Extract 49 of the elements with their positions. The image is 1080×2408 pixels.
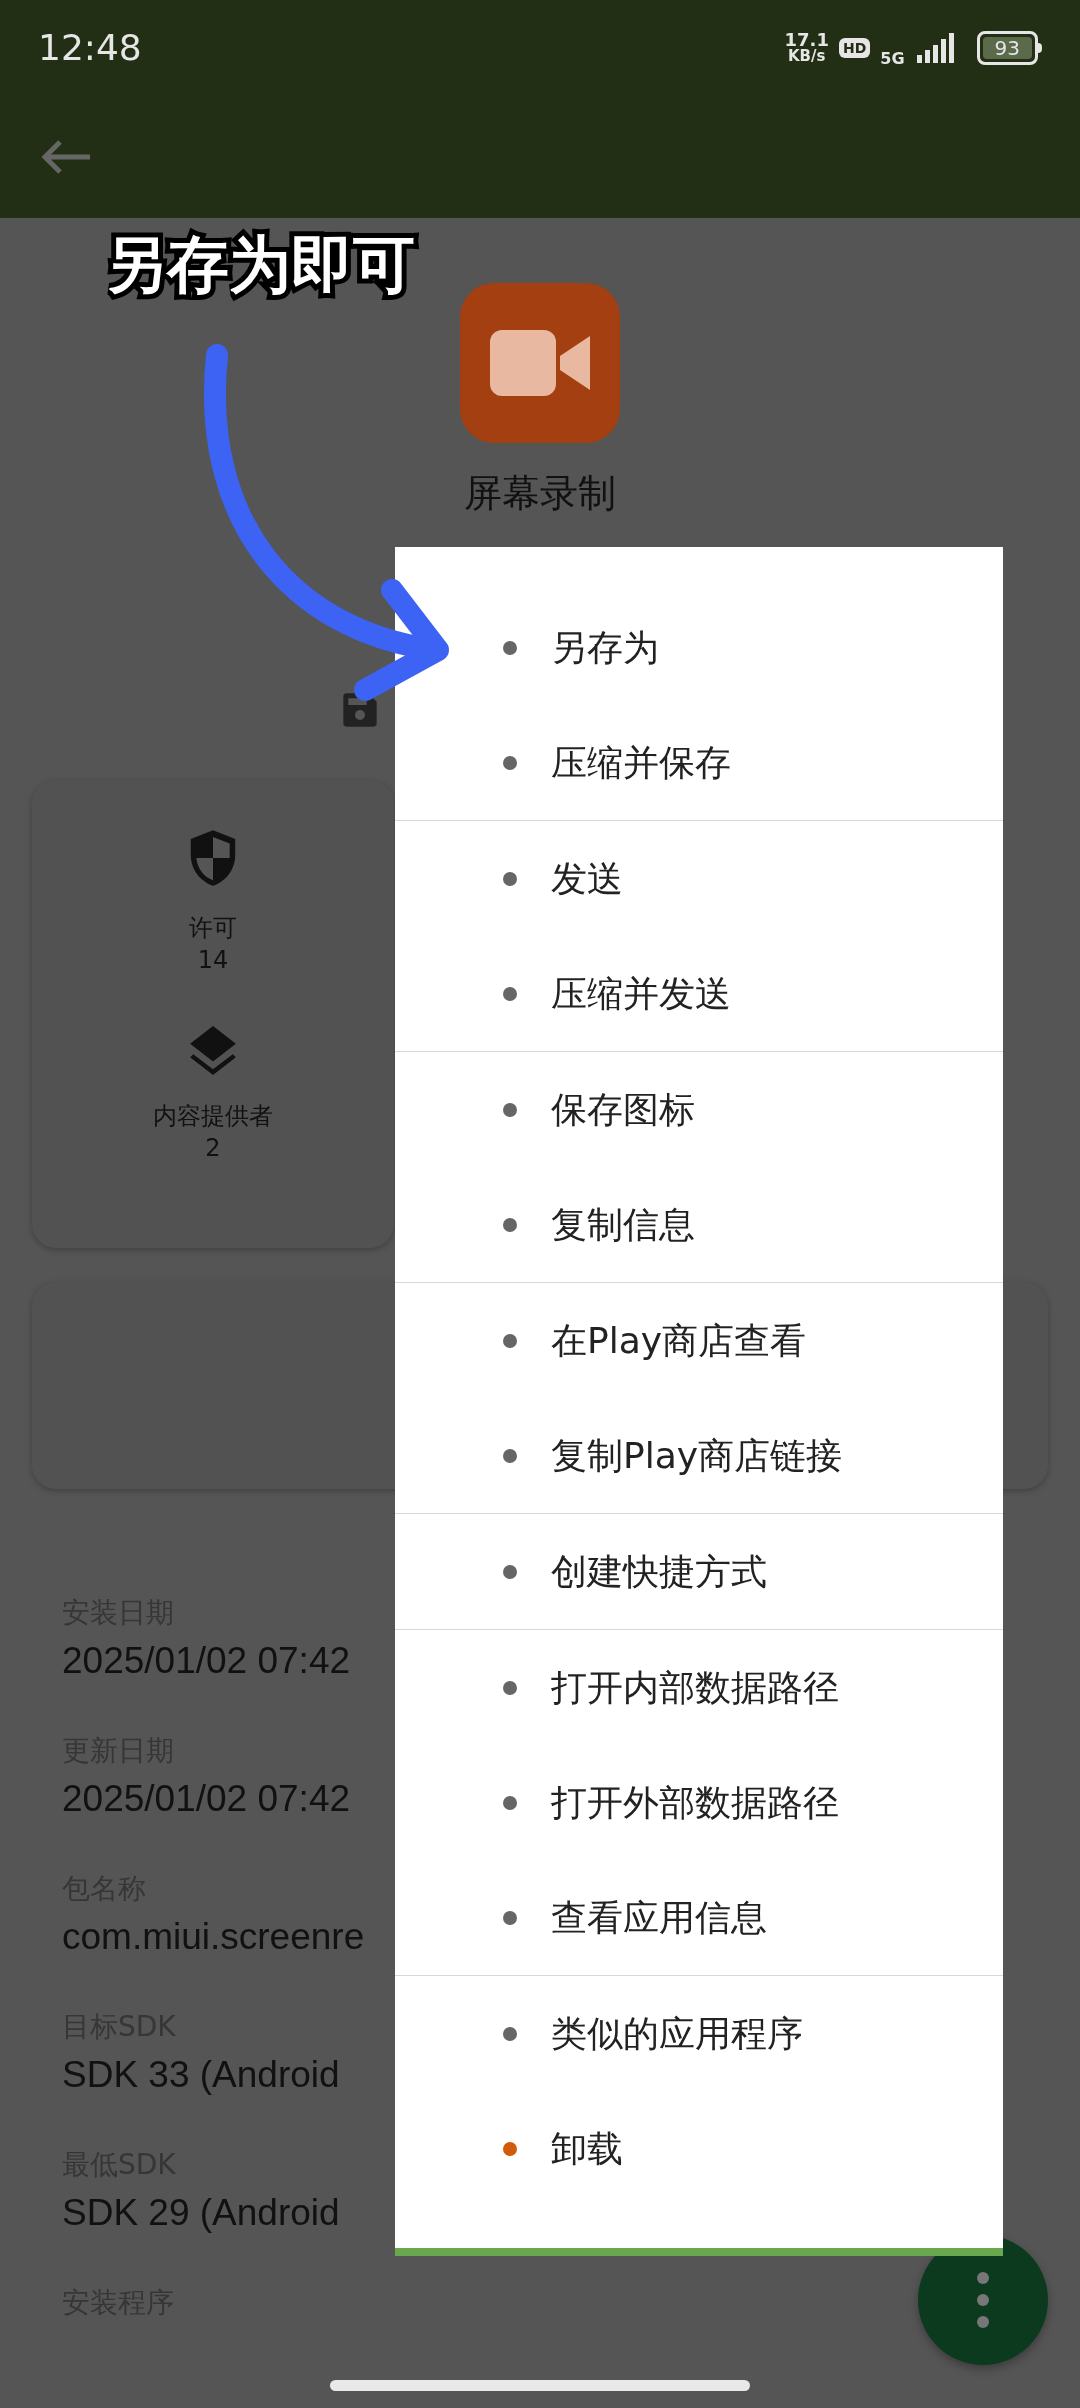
menu-item-label: 压缩并发送 — [551, 971, 731, 1016]
menu-item-label: 压缩并保存 — [551, 740, 731, 785]
menu-item[interactable]: 复制Play商店链接 — [395, 1398, 1003, 1513]
menu-item[interactable]: 在Play商店查看 — [395, 1283, 1003, 1398]
status-time: 12:48 — [38, 25, 142, 70]
network-type: 5G — [880, 50, 905, 67]
menu-item[interactable]: 查看应用信息 — [395, 1860, 1003, 1975]
video-camera-icon — [490, 330, 590, 396]
save-icon[interactable] — [340, 690, 380, 730]
battery-indicator: 93 — [976, 30, 1042, 65]
detail-value: SDK 33 (Android — [62, 2053, 340, 2097]
detail-value: 2025/01/02 07:42 — [62, 1777, 351, 1821]
back-arrow-icon[interactable] — [40, 138, 92, 175]
menu-item-label: 卸载 — [551, 2126, 623, 2171]
menu-item-label: 在Play商店查看 — [551, 1318, 807, 1363]
hd-badge: HD — [838, 37, 871, 58]
stat-count: 14 — [197, 945, 229, 976]
stat-count: 2 — [205, 1133, 221, 1164]
stat-label: 许可 — [189, 913, 237, 944]
menu-item[interactable]: 保存图标 — [395, 1052, 1003, 1167]
detail-value: com.miui.screenre — [62, 1915, 365, 1959]
menu-item-label: 保存图标 — [551, 1087, 695, 1132]
detail-value: 2025/01/02 07:42 — [62, 1639, 351, 1683]
layers-icon — [188, 1024, 238, 1076]
menu-item[interactable]: 压缩并保存 — [395, 705, 1003, 820]
menu-item-label: 另存为 — [551, 625, 659, 670]
stat-label: 内容提供者 — [153, 1101, 273, 1132]
menu-item-label: 复制Play商店链接 — [551, 1433, 843, 1478]
menu-item-label: 打开外部数据路径 — [551, 1780, 839, 1825]
menu-item[interactable]: 卸载 — [395, 2091, 1003, 2206]
menu-item-label: 类似的应用程序 — [551, 2011, 803, 2056]
menu-item[interactable]: 打开外部数据路径 — [395, 1745, 1003, 1860]
annotation-text: 另存为即可 — [105, 227, 415, 303]
menu-item-label: 复制信息 — [551, 1202, 695, 1247]
speed-unit: KB/s — [788, 49, 826, 64]
menu-item[interactable]: 创建快捷方式 — [395, 1514, 1003, 1629]
app-name: 屏幕录制 — [464, 470, 616, 517]
menu-item-label: 打开内部数据路径 — [551, 1665, 839, 1710]
menu-item-label: 查看应用信息 — [551, 1895, 767, 1940]
menu-item[interactable]: 压缩并发送 — [395, 936, 1003, 1051]
network-speed: 17.1 — [784, 31, 829, 49]
menu-item[interactable]: 另存为 — [395, 590, 1003, 705]
menu-item[interactable]: 复制信息 — [395, 1167, 1003, 1282]
menu-item[interactable]: 类似的应用程序 — [395, 1976, 1003, 2091]
menu-item[interactable]: 发送 — [395, 821, 1003, 936]
menu-item-label: 发送 — [551, 856, 623, 901]
menu-item[interactable]: 打开内部数据路径 — [395, 1630, 1003, 1745]
menu-item-label: 创建快捷方式 — [551, 1549, 767, 1594]
detail-value: SDK 29 (Android — [62, 2191, 340, 2235]
